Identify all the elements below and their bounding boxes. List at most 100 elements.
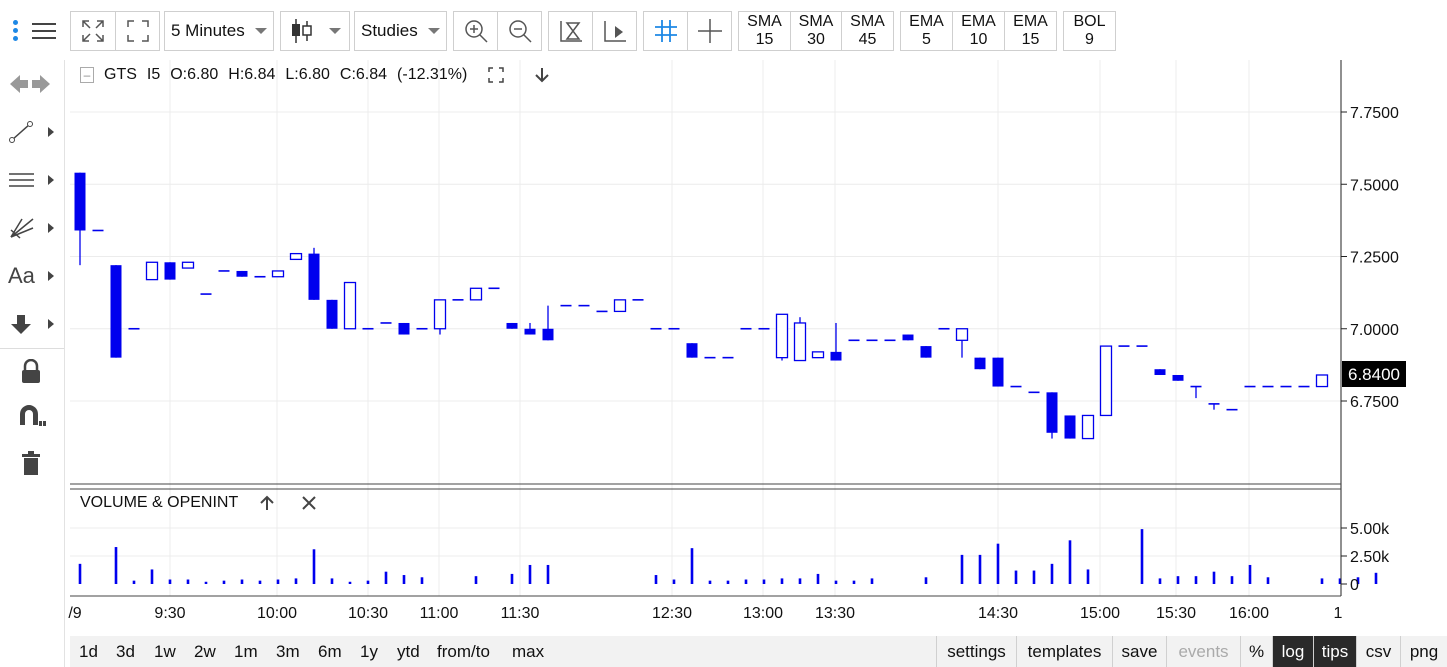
range-1w[interactable]: 1w xyxy=(154,636,176,667)
move-panel-up-icon[interactable] xyxy=(258,494,276,512)
candle xyxy=(181,261,195,269)
volume-bar xyxy=(366,580,370,584)
candle xyxy=(289,252,303,261)
maximize-panel-icon[interactable] xyxy=(487,66,505,84)
time-tick-label: 14:30 xyxy=(978,605,1018,622)
candle xyxy=(164,262,176,280)
candle xyxy=(1315,374,1329,388)
volume-bar xyxy=(402,575,406,584)
range-1m[interactable]: 1m xyxy=(234,636,258,667)
time-tick-label: 11:00 xyxy=(420,605,459,622)
volume-bar xyxy=(1230,576,1234,584)
price-tick-label: 7.5000 xyxy=(1350,177,1399,194)
volume-bars-layer xyxy=(78,529,1378,584)
volume-bar xyxy=(474,576,478,584)
range-max[interactable]: max xyxy=(512,636,544,667)
volume-bar xyxy=(1176,576,1180,584)
price-tick-label: 6.7500 xyxy=(1350,394,1399,411)
candle xyxy=(236,270,248,277)
candle xyxy=(920,346,932,358)
candle xyxy=(955,328,969,358)
volume-bar xyxy=(240,579,244,584)
volume-bar xyxy=(654,575,658,584)
candle xyxy=(1190,385,1202,399)
range-3m[interactable]: 3m xyxy=(276,636,300,667)
candle xyxy=(542,305,554,341)
volume-bar xyxy=(726,580,730,584)
time-tick-label: 10:00 xyxy=(257,605,297,622)
volume-bar xyxy=(168,579,172,584)
volume-bar xyxy=(1158,578,1162,584)
candle xyxy=(992,357,1004,387)
chart-grid xyxy=(70,60,1341,596)
candle xyxy=(469,287,483,301)
save-button[interactable]: save xyxy=(1112,636,1166,667)
volume-tick-label: 0 xyxy=(1350,577,1359,594)
volume-bar xyxy=(924,577,928,584)
candle xyxy=(1172,374,1184,381)
volume-bar xyxy=(1140,529,1144,584)
candle xyxy=(1046,392,1058,439)
volume-bar xyxy=(1212,571,1216,584)
templates-button[interactable]: templates xyxy=(1016,636,1112,667)
range-from-to[interactable]: from/to xyxy=(437,636,490,667)
candle xyxy=(613,299,627,313)
candle xyxy=(308,247,320,300)
candle xyxy=(1081,414,1095,440)
volume-bar xyxy=(222,580,226,584)
move-panel-down-icon[interactable] xyxy=(533,66,551,84)
range-ytd[interactable]: ytd xyxy=(397,636,420,667)
volume-bar xyxy=(1086,569,1090,584)
volume-axis: 5.00k 2.50k 0 xyxy=(1341,521,1390,594)
volume-bar xyxy=(798,578,802,584)
settings-button[interactable]: settings xyxy=(936,636,1016,667)
volume-bar xyxy=(1014,570,1018,584)
volume-bar xyxy=(780,578,784,584)
log-button[interactable]: log xyxy=(1272,636,1313,667)
candle xyxy=(326,299,338,329)
volume-bar xyxy=(960,554,964,584)
candle xyxy=(343,281,357,330)
time-axis[interactable]: /9 9:30 10:00 10:30 11:00 11:30 12:30 13:00 13:3… xyxy=(68,605,1342,622)
range-1y[interactable]: 1y xyxy=(360,636,378,667)
legend-open: O:6.80 xyxy=(170,66,219,83)
range-2w[interactable]: 2w xyxy=(194,636,216,667)
range-6m[interactable]: 6m xyxy=(318,636,342,667)
volume-bar xyxy=(852,580,856,584)
candle xyxy=(974,357,986,370)
legend-interval: I5 xyxy=(146,66,161,83)
close-panel-icon[interactable] xyxy=(300,494,318,512)
time-tick-label: 13:30 xyxy=(815,605,855,622)
candle xyxy=(686,343,698,358)
volume-panel-header: VOLUME & OPENINT xyxy=(80,494,318,512)
candle xyxy=(902,334,914,341)
collapse-icon[interactable]: – xyxy=(80,67,94,83)
range-3d[interactable]: 3d xyxy=(116,636,135,667)
candle xyxy=(74,172,86,266)
events-button[interactable]: events xyxy=(1166,636,1240,667)
candle xyxy=(811,351,825,359)
png-button[interactable]: png xyxy=(1400,636,1447,667)
candle xyxy=(793,317,807,362)
volume-bar xyxy=(1374,572,1378,584)
time-tick-label: 15:30 xyxy=(1156,605,1196,622)
range-1d[interactable]: 1d xyxy=(79,636,98,667)
volume-bar xyxy=(114,547,118,584)
tips-button[interactable]: tips xyxy=(1313,636,1356,667)
volume-bar xyxy=(294,578,298,584)
volume-bar xyxy=(204,581,208,584)
volume-bar xyxy=(1032,570,1036,584)
candle xyxy=(145,261,159,281)
volume-bar xyxy=(78,563,82,584)
price-chart[interactable]: 7.7500 7.5000 7.2500 7.0000 6.7500 5.00k 2.50… xyxy=(0,0,1447,636)
volume-bar xyxy=(816,573,820,584)
volume-bar xyxy=(384,571,388,584)
csv-button[interactable]: csv xyxy=(1356,636,1400,667)
volume-bar xyxy=(186,579,190,584)
time-tick-label: 10:30 xyxy=(348,605,388,622)
candle xyxy=(506,322,518,329)
time-tick-label: 11:30 xyxy=(501,605,540,622)
volume-bar xyxy=(150,569,154,584)
percent-button[interactable]: % xyxy=(1240,636,1272,667)
volume-bar xyxy=(870,578,874,584)
